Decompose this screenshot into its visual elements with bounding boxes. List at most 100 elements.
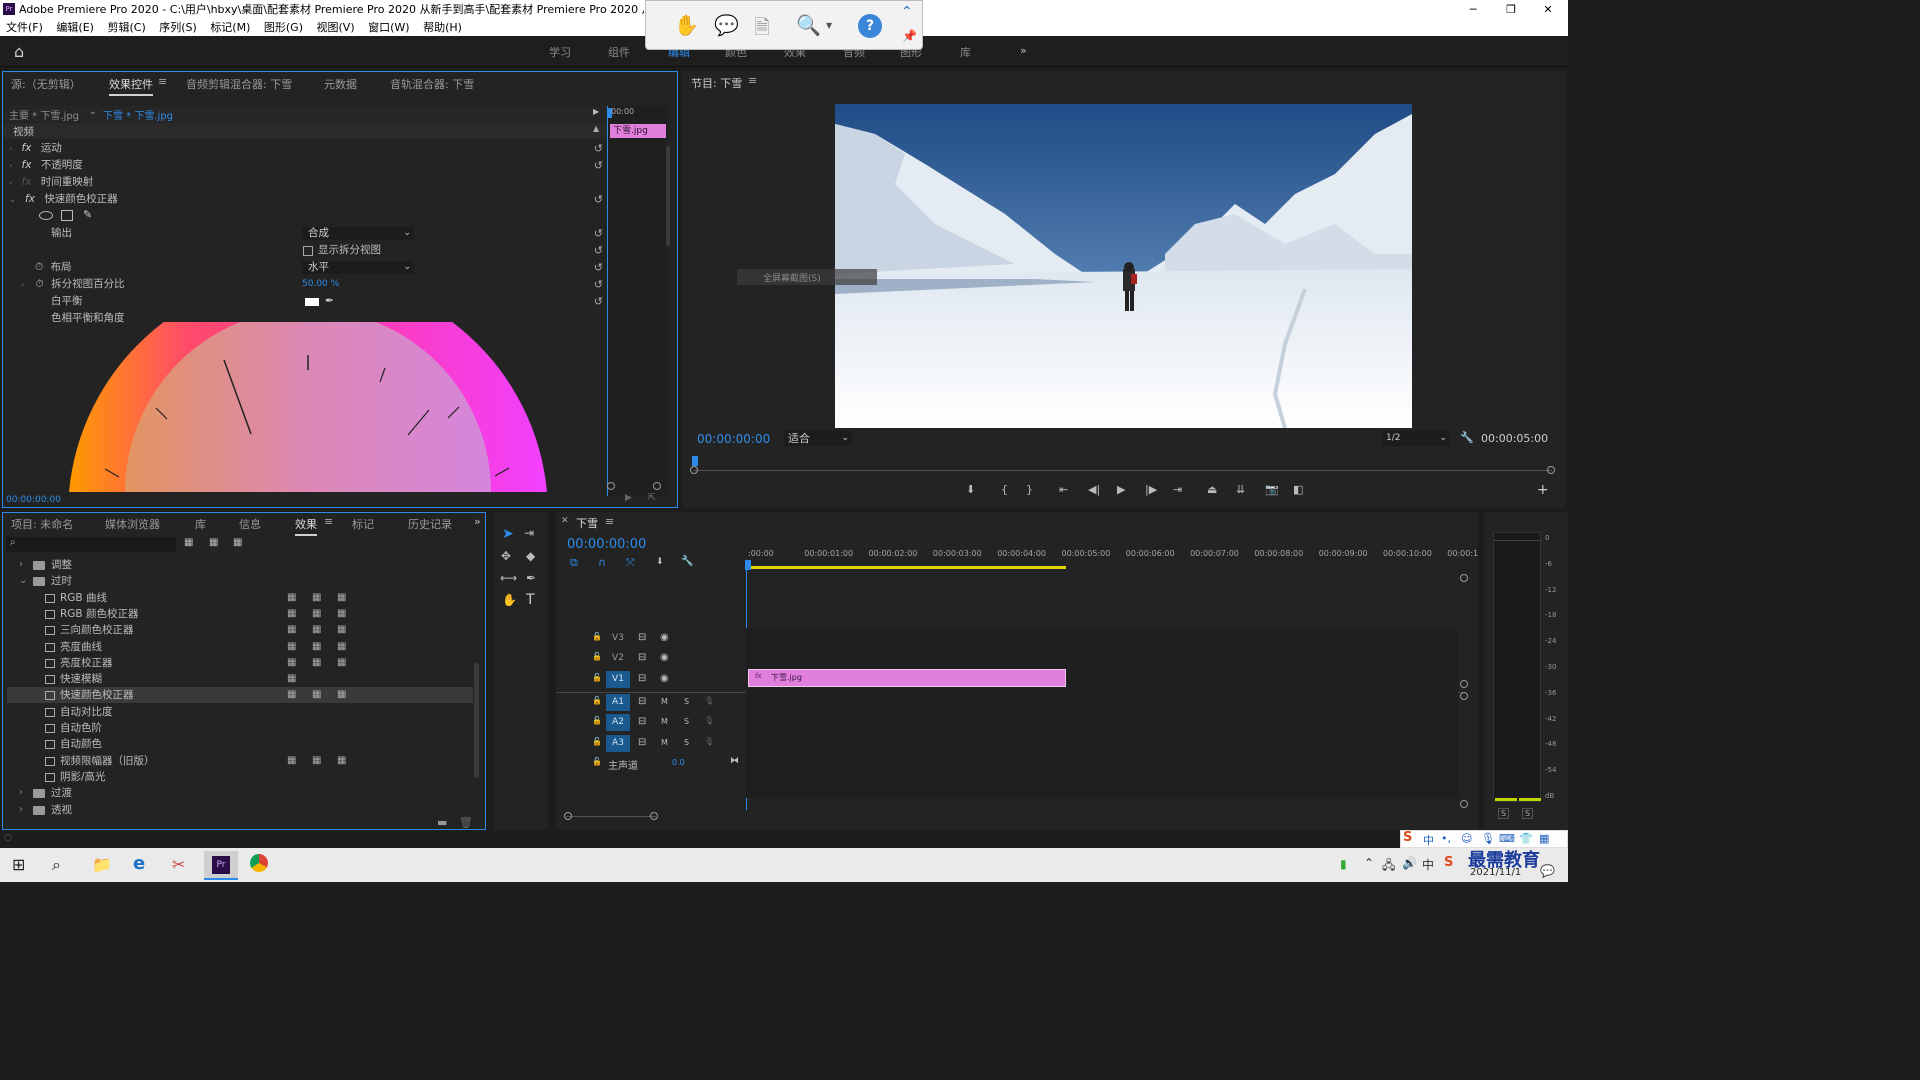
expand-arrow-icon[interactable]: › [9, 161, 12, 170]
go-to-in-icon[interactable]: ⇤ [1059, 483, 1068, 496]
effect-item-row[interactable]: 快速模糊 ▦ [7, 671, 473, 687]
track-target-badge[interactable]: A1 [606, 694, 630, 711]
network-icon[interactable]: 🖧 [1382, 856, 1395, 877]
effect-item-row[interactable]: 亮度校正器 ▦ ▦ ▦ [7, 655, 473, 671]
mute-button[interactable]: M [661, 697, 668, 706]
mute-button[interactable]: M [661, 738, 668, 747]
slip-tool-icon[interactable]: ⟷ [500, 571, 517, 585]
comment-icon[interactable]: 💬 [714, 13, 739, 37]
menu-window[interactable]: 窗口(W) [368, 21, 409, 34]
effect-item-row[interactable]: 自动对比度 [7, 704, 473, 720]
ime-language-icon[interactable]: 中 [1422, 856, 1434, 873]
menu-graphics[interactable]: 图形(G) [264, 21, 303, 34]
reset-icon[interactable]: ↺ [594, 276, 603, 293]
fx-icon[interactable]: fx [22, 159, 32, 171]
program-scrub-bar[interactable] [690, 456, 1555, 474]
tab-source[interactable]: 源:（无剪辑） [11, 76, 81, 92]
effects-folder-row[interactable]: › 调整 [7, 557, 473, 573]
pen-tool-icon[interactable]: ✒ [526, 571, 536, 585]
ellipse-mask-icon[interactable] [39, 211, 53, 220]
sync-lock-icon[interactable]: ⊟ [638, 632, 646, 643]
clip-chip[interactable]: 下雪.jpg [610, 124, 666, 138]
split-percent-value[interactable]: 50.00 % [302, 276, 339, 293]
track-target-badge[interactable]: V1 [606, 671, 630, 688]
effect-item-row[interactable]: RGB 颜色校正器 ▦ ▦ ▦ [7, 606, 473, 622]
audio-track-header[interactable]: 🔓 A2 ⊟ M S 🎙 [556, 714, 746, 734]
add-marker-icon[interactable]: ⬇ [966, 483, 975, 496]
workspace-assembly[interactable]: 组件 [608, 44, 630, 60]
effect-item-row[interactable]: 自动颜色 [7, 736, 473, 752]
tab-info[interactable]: 信息 [239, 516, 261, 532]
tab-effect-controls[interactable]: 效果控件 [109, 76, 153, 96]
sync-lock-icon[interactable]: ⊟ [638, 737, 646, 748]
panel-menu-icon[interactable]: ≡ [605, 515, 614, 528]
tab-metadata[interactable]: 元数据 [324, 76, 357, 92]
v-scroll-handle-mid[interactable] [1460, 680, 1468, 688]
edge-browser-icon[interactable]: e [133, 853, 145, 874]
rectangle-mask-icon[interactable] [61, 210, 73, 221]
scrub-handle-right[interactable] [1547, 466, 1555, 474]
lock-icon[interactable]: 🔓 [592, 696, 602, 705]
workspace-learning[interactable]: 学习 [549, 44, 571, 60]
play-only-icon[interactable]: ▶ [593, 107, 599, 116]
lift-icon[interactable]: ⏏ [1207, 483, 1217, 496]
effect-item-row[interactable]: 自动色阶 [7, 720, 473, 736]
lock-icon[interactable]: 🔓 [592, 716, 602, 725]
effect-item-row[interactable]: 亮度曲线 ▦ ▦ ▦ [7, 639, 473, 655]
tab-libraries[interactable]: 库 [195, 516, 206, 532]
menu-file[interactable]: 文件(F) [6, 21, 43, 34]
program-current-timecode[interactable]: 00:00:00:00 [697, 432, 770, 446]
effect-item-row[interactable]: 视频限幅器（旧版） ▦ ▦ ▦ [7, 753, 473, 769]
expand-arrow-icon[interactable]: › [19, 802, 23, 818]
reset-icon[interactable]: ↺ [594, 293, 603, 310]
effects-folder-row[interactable]: › 过渡 [7, 785, 473, 801]
track-target-badge[interactable]: A3 [606, 735, 630, 752]
expand-arrow-icon[interactable]: › [19, 557, 23, 573]
expand-arrow-icon[interactable]: › [19, 785, 23, 801]
sync-lock-icon[interactable]: ⊟ [638, 696, 646, 707]
selection-tool-icon[interactable]: ➤ [502, 526, 514, 542]
effect-row-motion[interactable]: › fx 运动 ↺ [9, 140, 607, 157]
filter-icon[interactable]: ▶ [625, 493, 632, 503]
sogou-logo-icon[interactable]: S [1403, 830, 1412, 845]
delete-icon[interactable]: 🗑 [459, 816, 473, 829]
comparison-view-icon[interactable]: ◧ [1293, 483, 1303, 496]
volume-icon[interactable]: 🔊 [1402, 856, 1417, 870]
help-icon[interactable]: ? [858, 14, 882, 38]
reset-icon[interactable]: ↺ [594, 140, 603, 157]
tab-audio-clip-mixer[interactable]: 音频剪辑混合器: 下雪 [186, 76, 292, 92]
scrub-handle-left[interactable] [690, 466, 698, 474]
expand-arrow-icon[interactable]: › [21, 280, 24, 289]
expand-arrow-icon[interactable]: › [9, 144, 12, 153]
menu-view[interactable]: 视图(V) [317, 21, 355, 34]
hand-tool-icon[interactable]: ✋ [502, 593, 517, 607]
track-select-tool-icon[interactable]: ⇥ [524, 526, 534, 540]
premiere-taskbar-icon[interactable]: Pr [204, 851, 238, 880]
mark-out-icon[interactable]: } [1026, 483, 1033, 496]
reset-icon[interactable]: ↺ [594, 259, 603, 276]
resolution-dropdown[interactable]: 1/2 ⌄ [1382, 431, 1450, 446]
pin-icon[interactable]: 📌 [902, 29, 917, 43]
fullscreen-capture-overlay[interactable]: 全屏幕截图(S) [737, 269, 877, 285]
panel-menu-icon[interactable]: ≡ [158, 75, 167, 88]
video-track-header[interactable]: 🔓 V2 ⊟ ◉ [556, 650, 746, 670]
effect-item-row[interactable]: RGB 曲线 ▦ ▦ ▦ [7, 590, 473, 606]
more-workspaces-icon[interactable]: » [1020, 44, 1027, 57]
fx-icon[interactable]: fx [22, 142, 32, 154]
mute-button[interactable]: M [661, 717, 668, 726]
grid-menu-icon[interactable]: ▦ [1539, 832, 1549, 845]
bottom-timecode[interactable]: 00:00:00:00 [6, 495, 61, 505]
ripple-edit-tool-icon[interactable]: ✥ [501, 549, 511, 563]
panel-menu-icon[interactable]: ≡ [748, 74, 757, 87]
audio-track-header[interactable]: 🔓 A1 ⊟ M S 🎙 [556, 694, 746, 714]
add-button-icon[interactable]: + [1537, 482, 1549, 498]
menu-help[interactable]: 帮助(H) [423, 21, 462, 34]
export-frame-camera-icon[interactable]: 📷 [1265, 483, 1279, 496]
tab-audio-track-mixer[interactable]: 音轨混合器: 下雪 [390, 76, 474, 92]
pen-mask-icon[interactable]: ✎ [83, 208, 92, 221]
file-explorer-icon[interactable]: 📁 [92, 855, 112, 874]
snap-icon[interactable]: ⧉ [570, 556, 578, 570]
zoom-doc-icon[interactable]: 🔍 [796, 13, 821, 37]
menu-edit[interactable]: 编辑(E) [56, 21, 94, 34]
h-scroll-handle-right[interactable] [650, 812, 658, 820]
